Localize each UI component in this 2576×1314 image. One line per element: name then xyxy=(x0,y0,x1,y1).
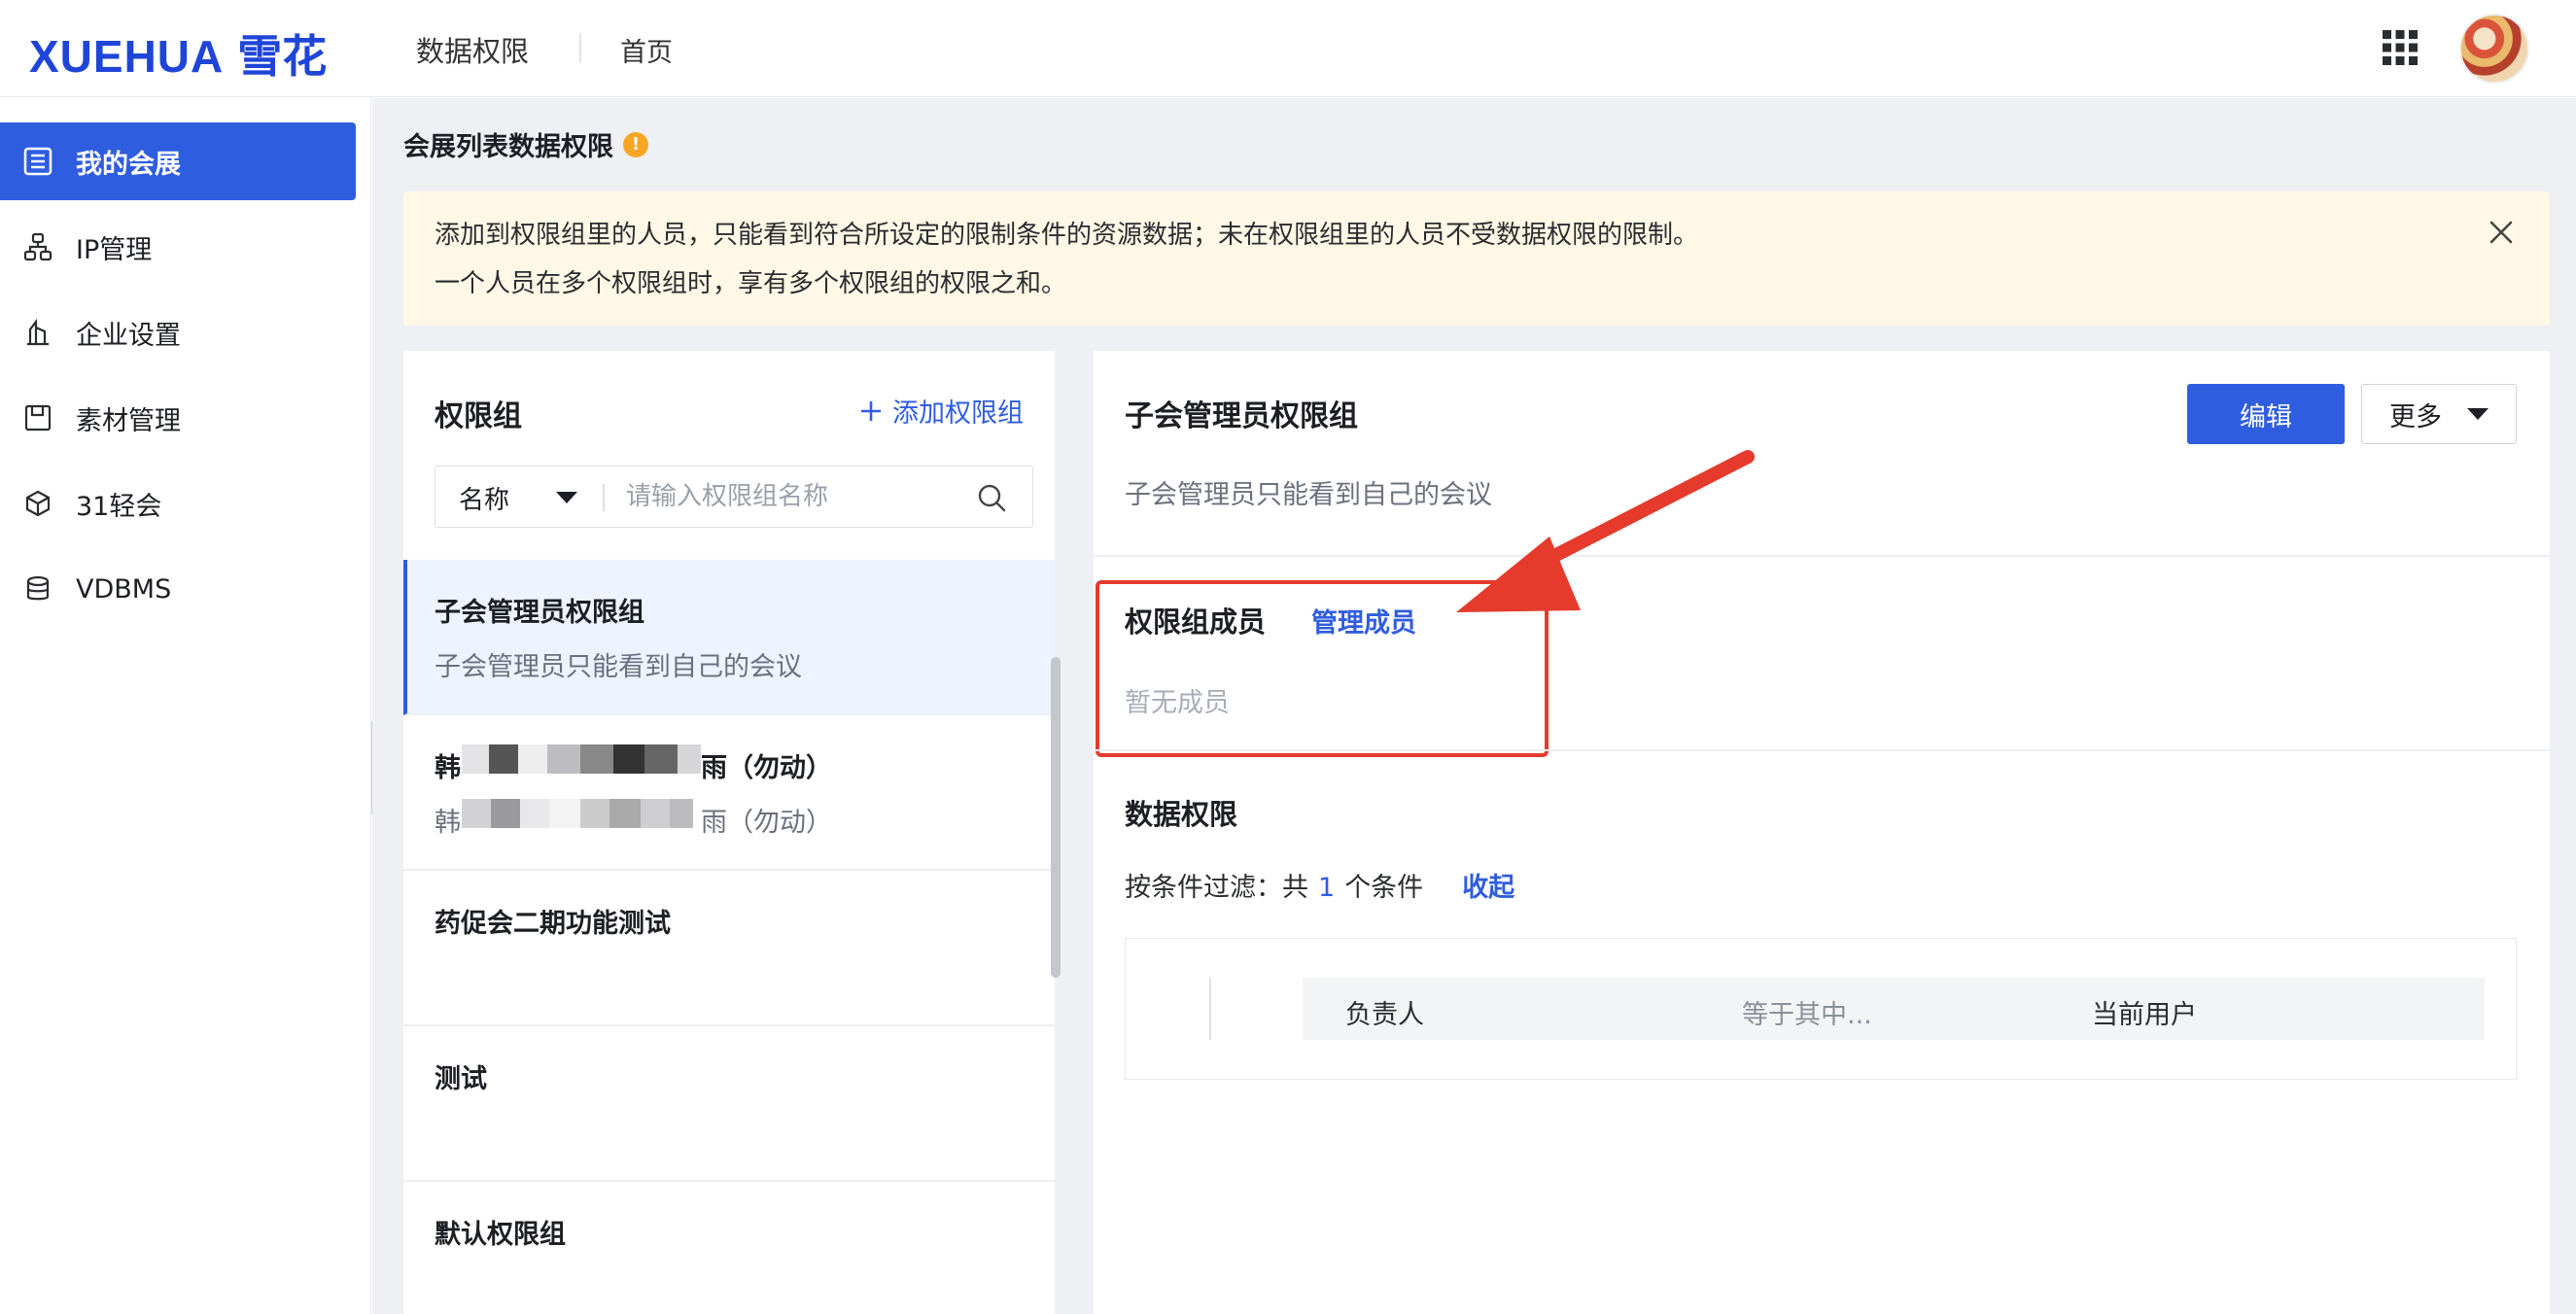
group-name-suffix: 雨（勿动） xyxy=(701,753,832,783)
list-item[interactable]: 测试 xyxy=(403,1026,1055,1182)
logo-text: XUEHUA xyxy=(29,31,225,82)
permission-groups-panel: 权限组 添加权限组 名称 子会管理员权限组 子会管理员只能看到自己的会议 韩 xyxy=(403,351,1055,1314)
app-grid-icon[interactable] xyxy=(2382,29,2419,66)
add-group-label: 添加权限组 xyxy=(892,398,1024,429)
data-permission-title: 数据权限 xyxy=(1125,798,1238,831)
group-list-scrollbar[interactable] xyxy=(1051,657,1061,978)
sidebar-item-label: 素材管理 xyxy=(76,405,181,436)
group-list: 子会管理员权限组 子会管理员只能看到自己的会议 韩 雨（勿动） 韩 雨（勿动） xyxy=(403,560,1055,1314)
add-group-button[interactable]: 添加权限组 xyxy=(859,392,1024,430)
divider xyxy=(1094,749,2550,751)
detail-desc: 子会管理员只能看到自己的会议 xyxy=(1125,480,1492,510)
list-item[interactable]: 药促会二期功能测试 xyxy=(403,871,1055,1026)
group-name: 默认权限组 xyxy=(435,1220,566,1250)
group-desc: 韩 xyxy=(435,801,461,839)
detail-title: 子会管理员权限组 xyxy=(1125,399,1358,433)
sidebar-item-my-exhibitions[interactable]: 我的会展 xyxy=(0,122,356,200)
sidebar-item-label: 31轻会 xyxy=(76,491,162,522)
group-desc-suffix: 雨（勿动） xyxy=(701,808,832,838)
filter-suffix: 个条件 xyxy=(1344,873,1424,903)
filter-count: 1 xyxy=(1318,873,1336,903)
user-avatar[interactable] xyxy=(2459,14,2529,84)
group-name-prefix: 韩 xyxy=(435,753,461,783)
group-name: 药促会二期功能测试 xyxy=(435,909,671,939)
cube-icon xyxy=(21,487,54,520)
sidebar-item-label: VDBMS xyxy=(76,573,172,605)
app-title: 数据权限 xyxy=(416,35,530,68)
page-title: 会展列表数据权限 ! xyxy=(403,125,648,163)
sidebar-item-label: 我的会展 xyxy=(76,149,181,180)
brand-logo[interactable]: XUEHUA 雪花 xyxy=(29,21,327,86)
filter-summary: 按条件过滤：共 1 个条件 收起 xyxy=(1125,866,1514,904)
search-icon[interactable] xyxy=(976,482,1007,513)
page-title-text: 会展列表数据权限 xyxy=(403,132,613,162)
condition-box: 负责人 等于其中... 当前用户 xyxy=(1125,938,2517,1080)
list-item[interactable]: 默认权限组 xyxy=(403,1182,1055,1314)
chevron-down-icon xyxy=(2467,408,2489,420)
condition-value: 当前用户 xyxy=(2092,1000,2197,1030)
list-item[interactable]: 韩 雨（勿动） 韩 雨（勿动） xyxy=(403,715,1055,871)
divider xyxy=(1094,555,2550,557)
group-name: 测试 xyxy=(435,1064,487,1094)
redacted-mosaic xyxy=(462,799,693,828)
edit-button[interactable]: 编辑 xyxy=(2187,384,2345,444)
group-desc-prefix: 韩 xyxy=(435,808,461,838)
condition-operator: 等于其中... xyxy=(1742,1000,1872,1030)
list-item[interactable]: 子会管理员权限组 子会管理员只能看到自己的会议 xyxy=(403,560,1055,715)
top-header: XUEHUA 雪花 数据权限 首页 xyxy=(0,0,2576,97)
chevron-down-icon[interactable] xyxy=(556,492,577,503)
sidebar-item-vdbms[interactable]: VDBMS xyxy=(0,550,356,628)
notice-banner: 添加到权限组里的人员，只能看到符合所设定的限制条件的资源数据；未在权限组里的人员… xyxy=(403,191,2550,326)
groups-panel-title: 权限组 xyxy=(435,399,522,433)
sidebar-item-material-management[interactable]: 素材管理 xyxy=(0,379,356,457)
close-icon[interactable] xyxy=(2484,215,2519,250)
condition-field: 负责人 xyxy=(1345,1000,1424,1030)
sidebar-item-31-light-meeting[interactable]: 31轻会 xyxy=(0,465,356,542)
database-icon xyxy=(21,572,54,605)
more-label: 更多 xyxy=(2389,401,2442,432)
main-content: 会展列表数据权限 ! 添加到权限组里的人员，只能看到符合所设定的限制条件的资源数… xyxy=(372,98,2576,1314)
save-icon xyxy=(21,401,54,434)
org-tree-icon xyxy=(21,230,54,263)
sidebar-item-label: IP管理 xyxy=(76,234,153,265)
sidebar-item-enterprise-settings[interactable]: 企业设置 xyxy=(0,294,356,371)
plus-icon xyxy=(861,400,881,421)
group-name: 韩 xyxy=(435,746,461,784)
condition-row: 负责人 等于其中... 当前用户 xyxy=(1303,978,2485,1040)
sidebar-item-label: 企业设置 xyxy=(76,320,181,351)
filter-prefix: 按条件过滤：共 xyxy=(1125,873,1308,903)
building-icon xyxy=(21,316,54,349)
collapse-link[interactable]: 收起 xyxy=(1462,866,1514,904)
group-detail-panel: 子会管理员权限组 编辑 更多 子会管理员只能看到自己的会议 权限组成员 管理成员… xyxy=(1094,351,2550,1314)
logo-cn-text: 雪花 xyxy=(237,30,328,83)
warning-icon[interactable]: ! xyxy=(623,131,648,157)
group-search: 名称 xyxy=(435,466,1033,528)
group-desc: 子会管理员只能看到自己的会议 xyxy=(435,652,802,682)
notice-line-2: 一个人员在多个权限组时，享有多个权限组的权限之和。 xyxy=(435,269,1067,298)
home-link[interactable]: 首页 xyxy=(620,31,673,69)
annotation-highlight-box xyxy=(1096,580,1549,757)
group-name: 子会管理员权限组 xyxy=(435,598,644,628)
redacted-mosaic xyxy=(462,744,701,774)
condition-connector xyxy=(1209,978,1211,1040)
search-divider xyxy=(603,484,605,511)
sidebar-item-ip-management[interactable]: IP管理 xyxy=(0,208,356,286)
notice-line-1: 添加到权限组里的人员，只能看到符合所设定的限制条件的资源数据；未在权限组里的人员… xyxy=(435,221,1699,250)
search-input[interactable] xyxy=(626,476,976,517)
search-field-select[interactable]: 名称 xyxy=(459,480,509,516)
sidebar: 我的会展 IP管理 企业设置 素材管理 31轻会 VDBMS xyxy=(0,97,371,1314)
list-icon xyxy=(21,145,54,178)
header-divider xyxy=(579,33,581,62)
more-dropdown[interactable]: 更多 xyxy=(2361,384,2517,444)
